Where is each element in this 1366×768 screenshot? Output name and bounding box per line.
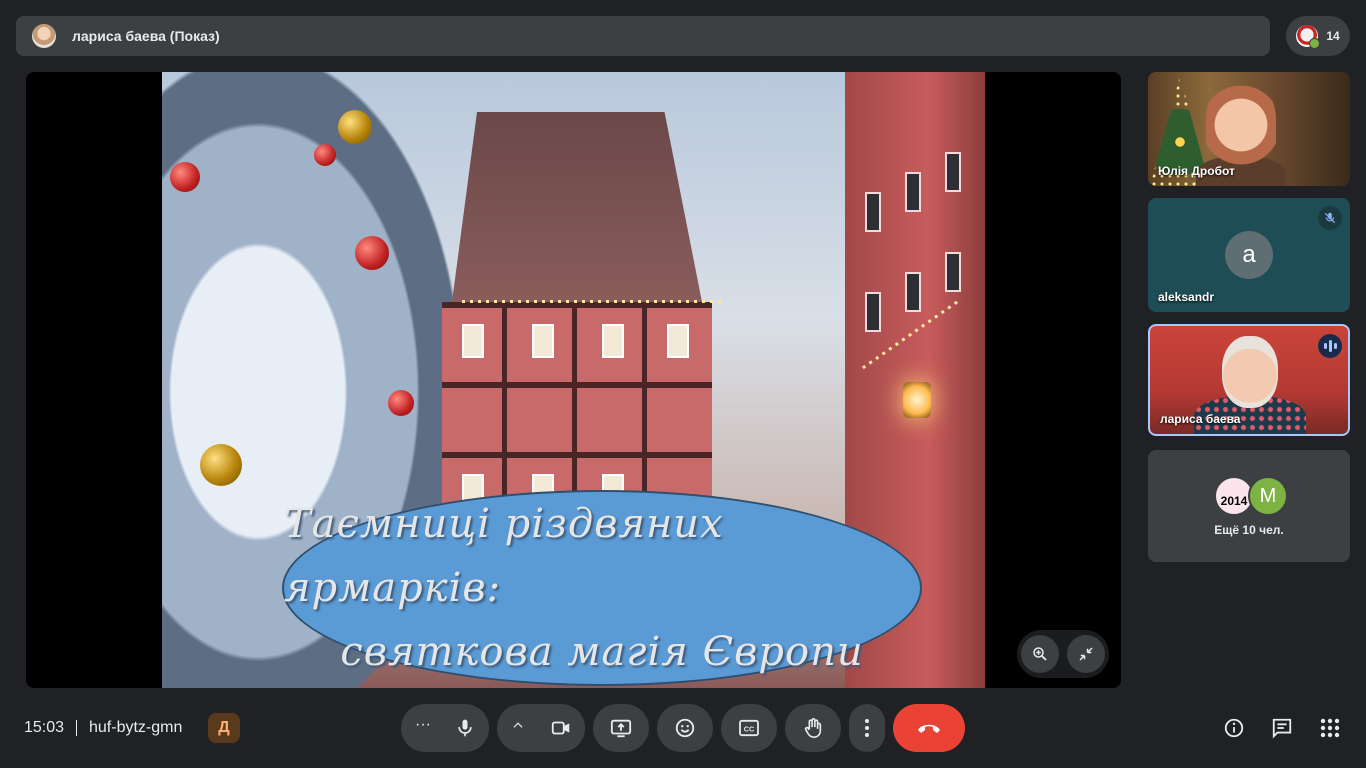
reactions-button[interactable]	[657, 704, 713, 752]
activities-button[interactable]	[1318, 716, 1342, 740]
present-button[interactable]	[593, 704, 649, 752]
presentation-slide: Таємниці різдвяних ярмарків: святкова ма…	[162, 72, 985, 688]
presenter-avatar	[32, 24, 56, 48]
presentation-stage: Таємниці різдвяних ярмарків: святкова ма…	[26, 72, 1121, 688]
mic-control-group: ···	[401, 704, 489, 752]
slide-title-line-1: Таємниці різдвяних ярмарків:	[284, 501, 724, 611]
raise-hand-button[interactable]	[785, 704, 841, 752]
ornament	[338, 110, 372, 144]
more-participants-tile[interactable]: 2014 M Ещё 10 чел.	[1148, 450, 1350, 562]
chevron-up-icon[interactable]	[511, 718, 525, 732]
exit-fullscreen-button[interactable]	[1067, 635, 1105, 673]
slide-title-line-2: святкова магія Європи	[340, 629, 864, 675]
end-call-icon	[918, 724, 940, 733]
meeting-controls-bar: 15:03 huf-bytz-gmn Д ··· CC	[0, 688, 1366, 768]
meeting-code: huf-bytz-gmn	[89, 719, 183, 736]
slide-title-banner: Таємниці різдвяних ярмарків: святкова ма…	[282, 490, 922, 686]
participant-name: aleksandr	[1158, 290, 1215, 304]
hand-icon	[804, 718, 822, 738]
mic-off-icon	[1318, 206, 1342, 230]
chat-icon	[1272, 718, 1292, 739]
more-participants-label: Ещё 10 чел.	[1214, 523, 1284, 537]
more-horizontal-icon[interactable]: ···	[415, 716, 431, 734]
ornament	[314, 144, 336, 166]
emoji-icon	[675, 718, 695, 738]
meeting-time: 15:03	[24, 719, 65, 736]
participants-button[interactable]: 14	[1286, 16, 1350, 56]
participant-tile[interactable]: Юлія Дробот	[1148, 72, 1350, 186]
present-screen-icon	[610, 719, 632, 738]
presenter-label: лариса баева (Показ)	[72, 28, 220, 44]
zoom-in-button[interactable]	[1021, 635, 1059, 673]
svg-text:CC: CC	[744, 725, 754, 734]
participant-count: 14	[1326, 29, 1340, 43]
street-lamp-image	[903, 382, 931, 418]
participant-avatar: a	[1225, 231, 1273, 279]
participant-video	[1222, 336, 1278, 408]
presenter-bar[interactable]: лариса баева (Показ)	[16, 16, 1270, 56]
speaking-indicator-icon	[1318, 334, 1342, 358]
participant-tile[interactable]: a aleksandr	[1148, 198, 1350, 312]
end-call-button[interactable]	[893, 704, 965, 752]
divider	[76, 720, 77, 736]
ornament	[355, 236, 389, 270]
participant-avatar-icon	[1296, 25, 1321, 49]
info-icon	[1224, 718, 1244, 738]
mic-icon	[458, 719, 472, 737]
captions-button[interactable]: CC	[721, 704, 777, 752]
captions-icon: CC	[739, 719, 759, 737]
participant-avatar: M	[1248, 476, 1288, 516]
more-options-button[interactable]	[849, 704, 885, 752]
host-controls-badge[interactable]: Д	[208, 713, 240, 743]
zoom-controls	[1017, 630, 1109, 678]
zoom-in-icon	[1033, 647, 1047, 661]
apps-grid-icon	[1320, 718, 1340, 738]
ornament	[388, 390, 414, 416]
string-lights	[462, 300, 722, 303]
ornament	[200, 444, 242, 486]
camera-control-group	[497, 704, 585, 752]
meeting-info-button[interactable]	[1222, 716, 1246, 740]
participant-name: Юлія Дробот	[1158, 164, 1235, 178]
collapse-icon	[1079, 647, 1093, 661]
camera-button[interactable]	[537, 704, 585, 752]
camera-icon	[551, 721, 570, 735]
participant-tile-active-speaker[interactable]: лариса баева	[1148, 324, 1350, 436]
chat-button[interactable]	[1270, 716, 1294, 740]
ornament	[170, 162, 200, 192]
mic-button[interactable]	[441, 704, 489, 752]
participant-name: лариса баева	[1160, 412, 1241, 426]
more-vertical-icon	[865, 719, 869, 737]
